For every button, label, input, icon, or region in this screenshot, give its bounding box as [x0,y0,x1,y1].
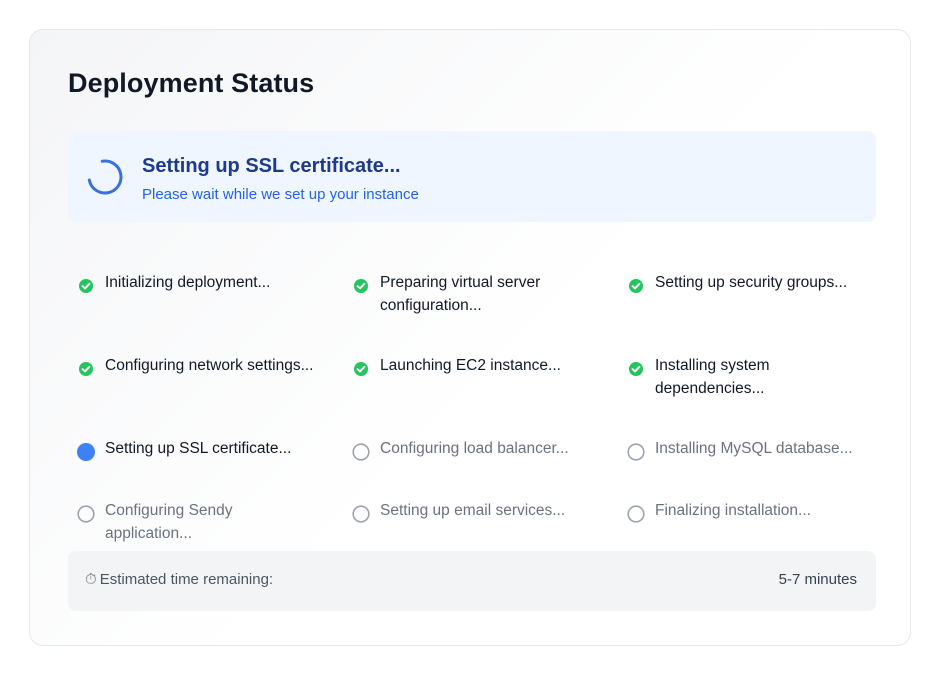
step-label: Configuring Sendy application... [105,502,233,542]
deployment-status-card: Deployment Status Setting up SSL certifi… [29,29,911,646]
empty-circle-icon [77,505,95,523]
check-circle-icon [79,279,93,293]
check-circle-icon [354,362,368,376]
step-label: Finalizing installation... [655,502,811,519]
empty-circle-icon [352,443,370,461]
step-label: Installing MySQL database... [655,440,853,457]
current-status-title: Setting up SSL certificate... [142,155,401,177]
step-label: Preparing virtual server configuration..… [380,274,541,314]
step-label: Installing system dependencies... [655,357,770,397]
stopwatch-icon: ⏱ [85,571,97,588]
page-title: Deployment Status [68,68,315,98]
step-label: Setting up security groups... [655,274,848,291]
eta-value: 5-7 minutes [778,571,857,588]
check-circle-icon [629,279,643,293]
step-label: Configuring network settings... [105,357,314,374]
check-circle-icon [629,362,643,376]
empty-circle-icon [627,505,645,523]
empty-circle-icon [352,505,370,523]
empty-circle-icon [627,443,645,461]
step-label: Setting up email services... [380,502,566,519]
check-circle-icon [79,362,93,376]
step-label: Initializing deployment... [105,274,271,291]
active-dot-icon [77,443,95,461]
eta-label-row: ⏱ Estimated time remaining: [85,571,273,588]
eta-label: Estimated time remaining: [99,571,274,588]
current-status-subtitle: Please wait while we set up your instanc… [142,186,419,203]
loading-spinner-icon [87,159,123,195]
current-status-banner: Setting up SSL certificate... Please wai… [68,131,876,222]
step-label: Configuring load balancer... [380,440,569,457]
step-label: Launching EC2 instance... [380,357,561,374]
eta-footer: ⏱ Estimated time remaining: 5-7 minutes [68,551,876,611]
step-label: Setting up SSL certificate... [105,440,292,457]
check-circle-icon [354,279,368,293]
